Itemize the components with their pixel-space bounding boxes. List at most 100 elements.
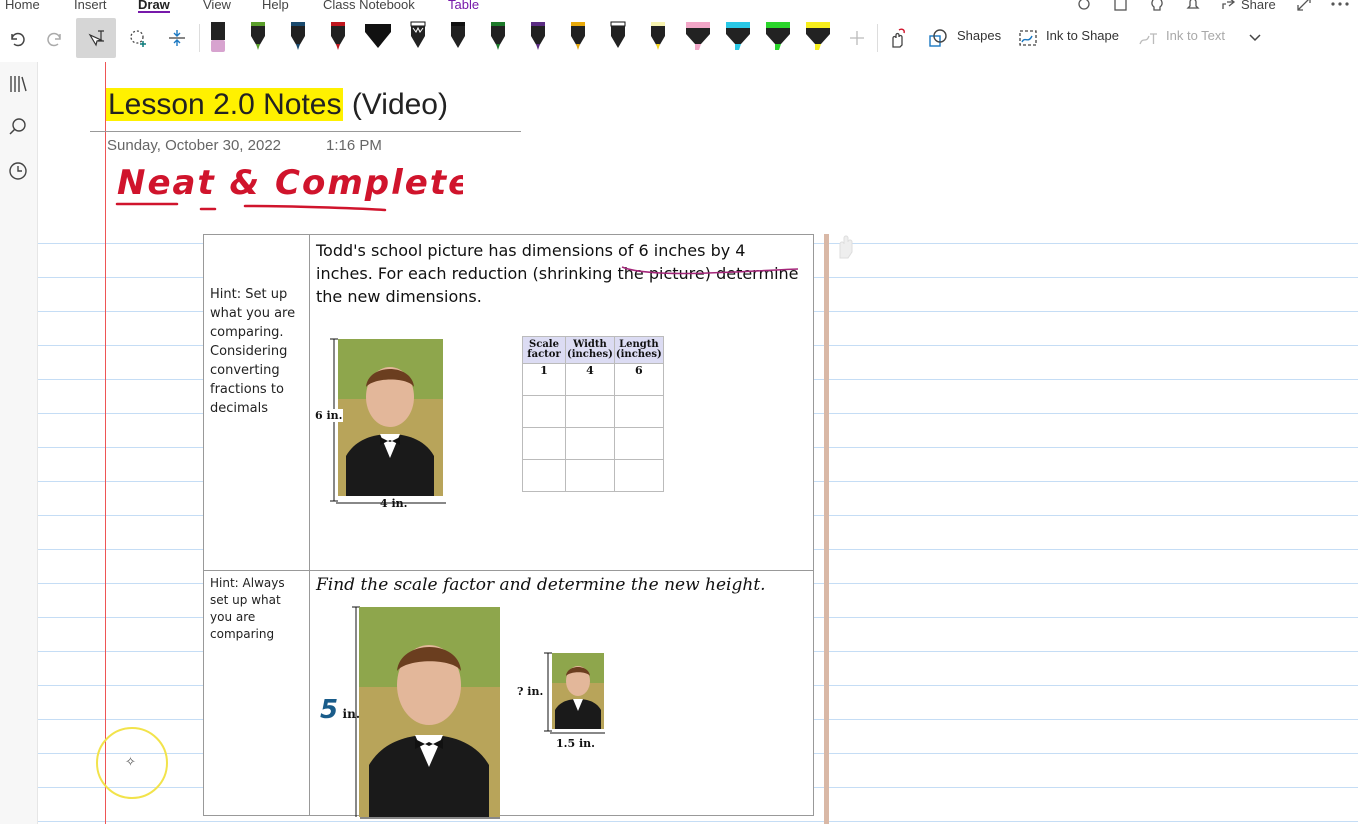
small-height-label: ? in.: [517, 685, 544, 698]
share-button[interactable]: Share: [1241, 0, 1276, 12]
sf-cell[interactable]: [565, 459, 615, 492]
ink-to-shape-icon[interactable]: [1017, 28, 1039, 48]
add-space-button[interactable]: [163, 20, 191, 56]
sf-cell[interactable]: [613, 459, 664, 492]
highlighter-swatch-4-icon[interactable]: [803, 18, 833, 56]
pen-swatch-5-icon[interactable]: [363, 18, 393, 56]
chevron-down-icon[interactable]: [1246, 30, 1264, 46]
sf-cell[interactable]: [613, 427, 664, 460]
hand-draw-icon: [892, 28, 905, 48]
sf-cell[interactable]: [613, 395, 664, 428]
pen-swatch-7-icon[interactable]: [443, 18, 473, 56]
sf-cell[interactable]: [565, 395, 615, 428]
more-options-icon[interactable]: [1330, 0, 1350, 12]
ink-to-text-button[interactable]: Ink to Text: [1166, 28, 1225, 43]
pen-swatch-12-icon[interactable]: [643, 18, 673, 56]
page-title-highlighted: Lesson 2.0 Notes: [106, 88, 344, 121]
pen-swatch-3-icon[interactable]: [283, 18, 313, 56]
ribbon-divider-2: [877, 24, 878, 52]
redo-button[interactable]: [42, 20, 70, 56]
sf-cell: 1: [522, 363, 566, 396]
hint-cell-1[interactable]: Hint: Set up what you are comparing. Con…: [203, 234, 310, 571]
add-pen-button[interactable]: [846, 20, 868, 56]
page-title[interactable]: Lesson 2.0 Notes (Video): [106, 88, 448, 122]
sf-row: [522, 459, 664, 492]
photo-portrait-2: [359, 607, 500, 817]
hint-text-2: Hint: Always set up what you are compari…: [210, 576, 285, 641]
notebooks-icon[interactable]: [6, 72, 30, 96]
lightbulb-icon[interactable]: [1148, 0, 1166, 12]
hint-cell-2[interactable]: Hint: Always set up what you are compari…: [203, 570, 310, 816]
page-icon[interactable]: [1112, 0, 1130, 12]
bell-icon[interactable]: [1184, 0, 1202, 12]
shapes-icon[interactable]: [928, 28, 948, 48]
photo-portrait-1: [338, 339, 443, 496]
sf-cell[interactable]: [565, 427, 615, 460]
table-resize-strip[interactable]: [824, 234, 829, 824]
lasso-select-button[interactable]: [124, 20, 152, 56]
tab-class-notebook[interactable]: Class Notebook: [323, 0, 415, 12]
touch-draw-button[interactable]: [884, 20, 910, 56]
ink-to-shape-button[interactable]: Ink to Shape: [1046, 28, 1119, 43]
pen-swatch-9-icon[interactable]: [523, 18, 553, 56]
todd-photo-2: [359, 607, 500, 817]
ink-neat-complete[interactable]: Neat & Complete!!: [113, 152, 463, 218]
recent-clock-icon[interactable]: [6, 159, 30, 183]
tab-view[interactable]: View: [203, 0, 231, 12]
problem-cell-1[interactable]: Todd's school picture has dimensions of …: [309, 234, 814, 571]
pen-swatch-8-icon[interactable]: [483, 18, 513, 56]
pen-swatch-11-icon[interactable]: [603, 18, 633, 56]
sf-cell: 4: [565, 363, 615, 396]
undo-button[interactable]: [2, 20, 30, 56]
pen-swatch-4-icon[interactable]: [323, 18, 353, 56]
problem-cell-2[interactable]: Find the scale factor and determine the …: [309, 570, 814, 819]
sf-cell: 6: [613, 363, 664, 396]
redo-icon: [47, 32, 61, 47]
highlighter-swatch-2-icon[interactable]: [723, 18, 753, 56]
hint-text-1: Hint: Set up what you are comparing. Con…: [210, 287, 296, 416]
sf-cell[interactable]: [522, 459, 566, 492]
insert-space-icon: [169, 30, 185, 46]
ink-neat-complete-text: Neat & Complete!!: [117, 163, 463, 203]
tab-insert[interactable]: Insert: [74, 0, 107, 12]
photo-portrait-3: [552, 653, 604, 729]
tab-help[interactable]: Help: [262, 0, 289, 12]
scale-factor-table: Scale factor Width (inches) Length (inch…: [522, 336, 664, 492]
title-rule: [90, 131, 521, 132]
sf-row: [522, 395, 664, 428]
tab-table[interactable]: Table: [448, 0, 479, 12]
ink-to-text-icon[interactable]: [1137, 28, 1159, 48]
sf-header-length: Length (inches): [613, 336, 664, 364]
pen-swatch-1-icon[interactable]: [203, 18, 233, 56]
tab-home[interactable]: Home: [5, 0, 40, 12]
type-select-button[interactable]: [76, 18, 116, 58]
pen-swatch-6-icon[interactable]: [403, 18, 433, 56]
crosshair-cursor-icon: ✧: [125, 754, 136, 769]
todd-photo-3: [552, 653, 604, 729]
highlighter-swatch-3-icon[interactable]: [763, 18, 793, 56]
lasso-type-icon: [88, 30, 104, 47]
ink-underline: [621, 266, 799, 275]
undo-icon: [11, 32, 25, 47]
share-icon[interactable]: [1220, 0, 1236, 12]
highlighter-swatch-1-icon[interactable]: [683, 18, 713, 56]
search-icon[interactable]: [6, 115, 30, 139]
sf-row: [522, 427, 664, 460]
ribbon-tabs: Home Insert Draw View Help Class Noteboo…: [0, 0, 1358, 14]
sf-cell[interactable]: [522, 427, 566, 460]
note-page[interactable]: Lesson 2.0 Notes (Video) Sunday, October…: [38, 62, 1358, 824]
plus-icon: [850, 31, 864, 45]
ink-five[interactable]: 5: [320, 695, 338, 725]
sf-row: 1 4 6: [522, 363, 664, 396]
pen-swatch-2-icon[interactable]: [243, 18, 273, 56]
width-label-1: 4 in.: [380, 497, 408, 510]
active-tab-indicator: [138, 11, 170, 13]
shapes-button[interactable]: Shapes: [957, 28, 1001, 43]
expand-icon[interactable]: [1296, 0, 1312, 12]
ribbon-divider: [199, 24, 200, 52]
sync-status-icon[interactable]: [1076, 0, 1094, 12]
sf-cell[interactable]: [522, 395, 566, 428]
navigation-rail: [0, 62, 38, 824]
notes-table: Hint: Set up what you are comparing. Con…: [203, 234, 814, 819]
pen-swatch-10-icon[interactable]: [563, 18, 593, 56]
